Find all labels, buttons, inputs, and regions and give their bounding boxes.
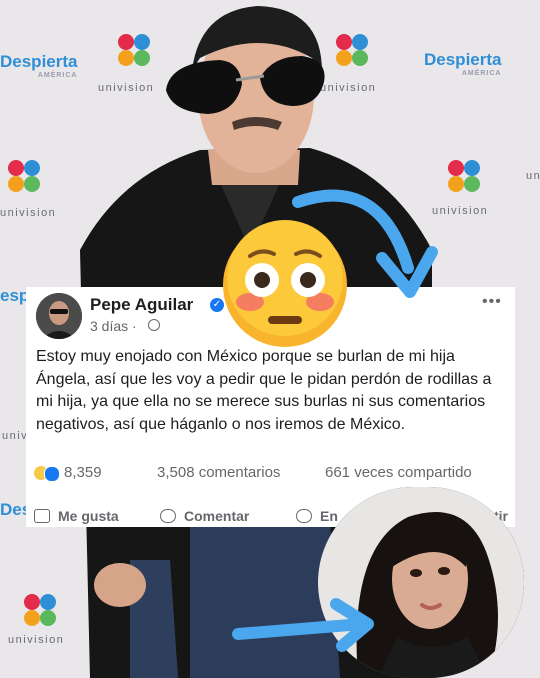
comment-label: Comentar (184, 508, 250, 524)
univision-logo (8, 160, 42, 194)
brand-word: univision (0, 207, 57, 219)
right-arrow-icon (232, 598, 374, 652)
more-dots-icon[interactable]: ••• (482, 293, 502, 311)
shares-count[interactable]: 661 veces compartido (325, 464, 472, 481)
author-avatar[interactable] (36, 293, 82, 339)
brand-word: univision (526, 170, 540, 182)
share-label: En (320, 508, 338, 524)
comments-count[interactable]: 3,508 comentarios (157, 464, 280, 481)
like-label: Me gusta (58, 508, 119, 524)
author-avatar-image (36, 293, 82, 339)
post-text: Estoy muy enojado con México porque se b… (36, 348, 492, 433)
globe-icon (148, 319, 160, 331)
univision-logo-icon (24, 594, 58, 628)
post-time[interactable]: 3 días · (90, 318, 137, 334)
share-button[interactable]: En (296, 508, 338, 524)
comment-bubble-icon (160, 509, 176, 523)
like-reaction-icon (44, 466, 60, 482)
comment-button[interactable]: Comentar (160, 508, 249, 524)
flushed-face-emoji-icon (223, 220, 347, 347)
share-icon (296, 509, 312, 523)
reactions-count[interactable]: 8,359 (64, 464, 102, 481)
univision-logo-icon (8, 160, 42, 194)
thumbs-up-icon (34, 509, 50, 523)
like-button[interactable]: Me gusta (34, 508, 119, 524)
univision-logo-icon (448, 160, 482, 194)
univision-logo (24, 594, 58, 628)
brand-word: univision (8, 634, 65, 646)
brand-word: univision (432, 205, 489, 217)
hand (94, 563, 146, 607)
author-name[interactable]: Pepe Aguilar (90, 295, 193, 315)
univision-logo (448, 160, 482, 194)
post-stats: 8,359 3,508 comentarios 661 veces compar… (26, 463, 515, 485)
